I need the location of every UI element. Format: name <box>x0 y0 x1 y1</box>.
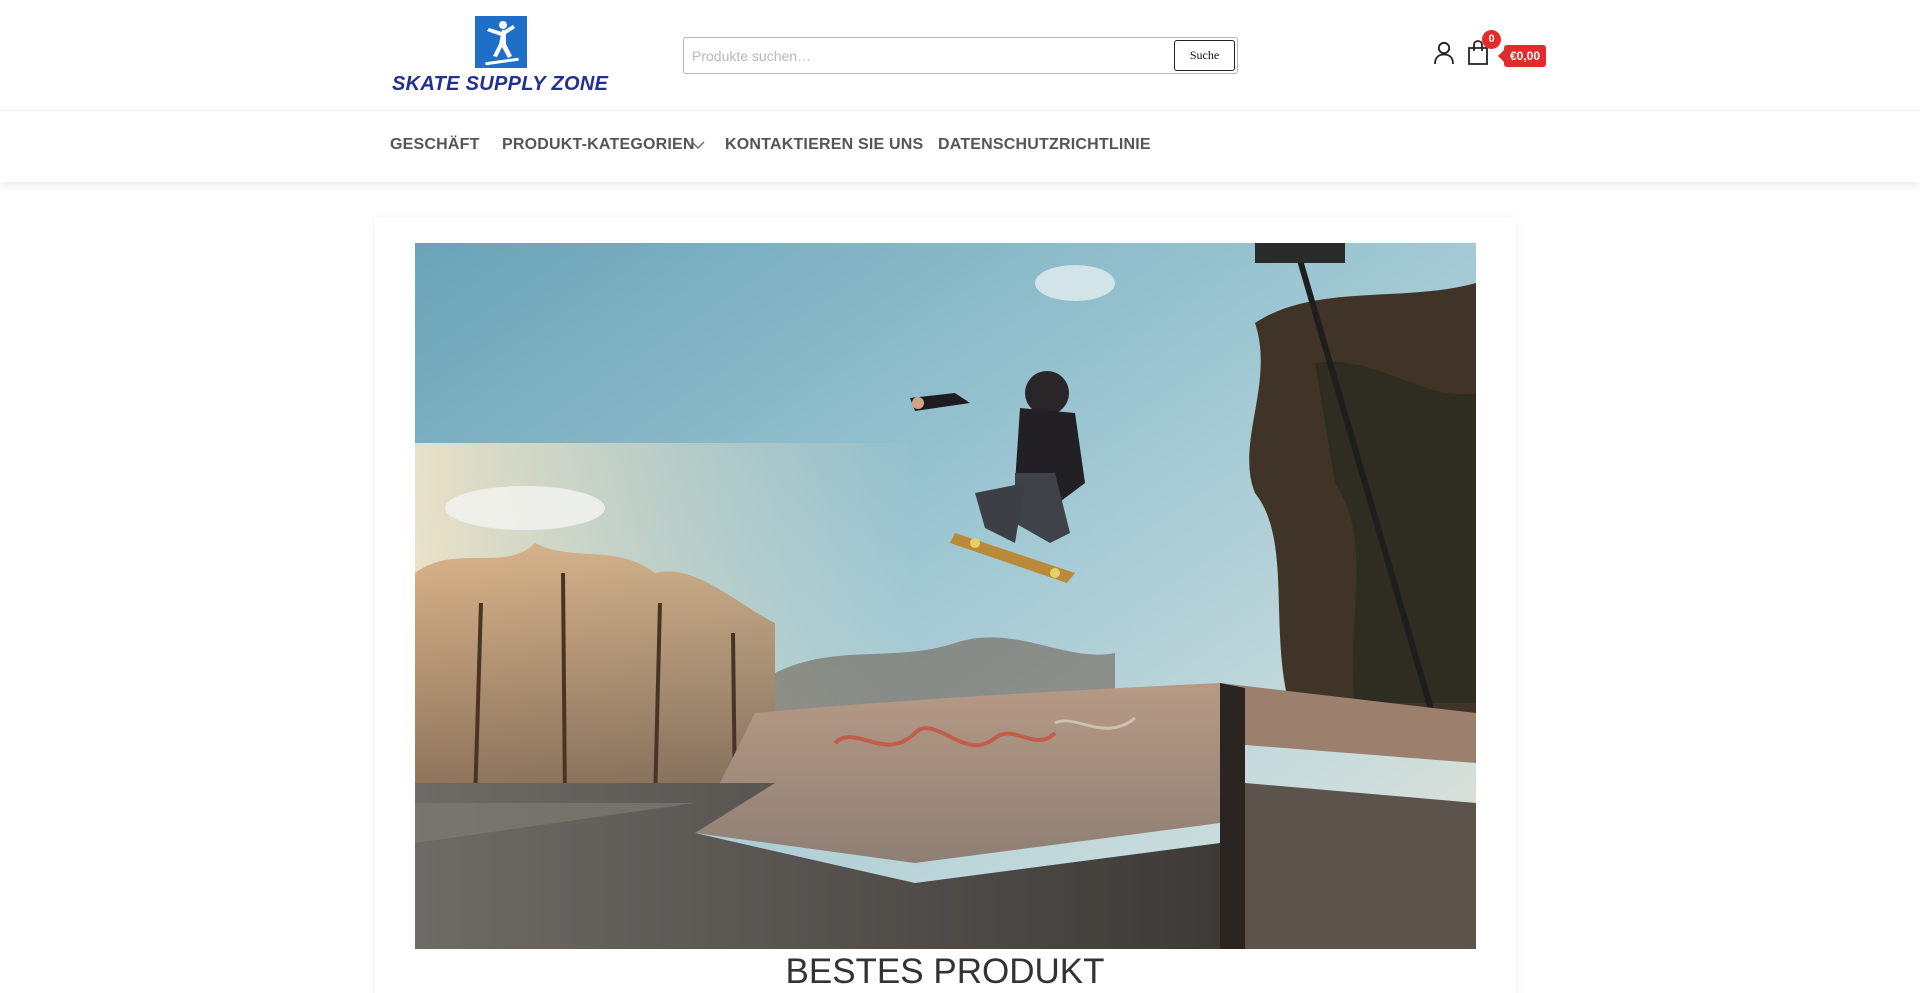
chevron-down-icon[interactable] <box>690 138 706 152</box>
product-search-form: Suche <box>683 37 1238 74</box>
main-navigation: GESCHÄFT PRODUKT-KATEGORIEN KONTAKTIEREN… <box>0 112 1920 182</box>
user-icon[interactable] <box>1433 41 1455 65</box>
skatepark-photo <box>415 243 1476 949</box>
nav-item-kontakt[interactable]: KONTAKTIEREN SIE UNS <box>725 136 923 154</box>
cart-total[interactable]: €0,00 <box>1497 45 1547 67</box>
search-button[interactable]: Suche <box>1174 40 1235 71</box>
nav-item-geschaeft[interactable]: GESCHÄFT <box>390 136 480 154</box>
product-title: BESTES PRODUKT <box>785 952 1105 991</box>
site-header: SKATE SUPPLY ZONE Suche 0 €0,00 <box>0 0 1920 111</box>
nav-item-datenschutz[interactable]: DATENSCHUTZRICHTLINIE <box>938 136 1151 154</box>
site-logo[interactable]: SKATE SUPPLY ZONE <box>390 16 610 98</box>
nav-item-produkt-kategorien[interactable]: PRODUKT-KATEGORIEN <box>502 136 695 154</box>
search-input[interactable] <box>684 38 1174 73</box>
logo-text: SKATE SUPPLY ZONE <box>392 73 609 95</box>
cart-count-badge: 0 <box>1482 30 1501 49</box>
skater-logo-icon <box>475 16 527 68</box>
hero-image[interactable] <box>415 243 1476 949</box>
product-card: BESTES PRODUKT <box>375 218 1515 993</box>
